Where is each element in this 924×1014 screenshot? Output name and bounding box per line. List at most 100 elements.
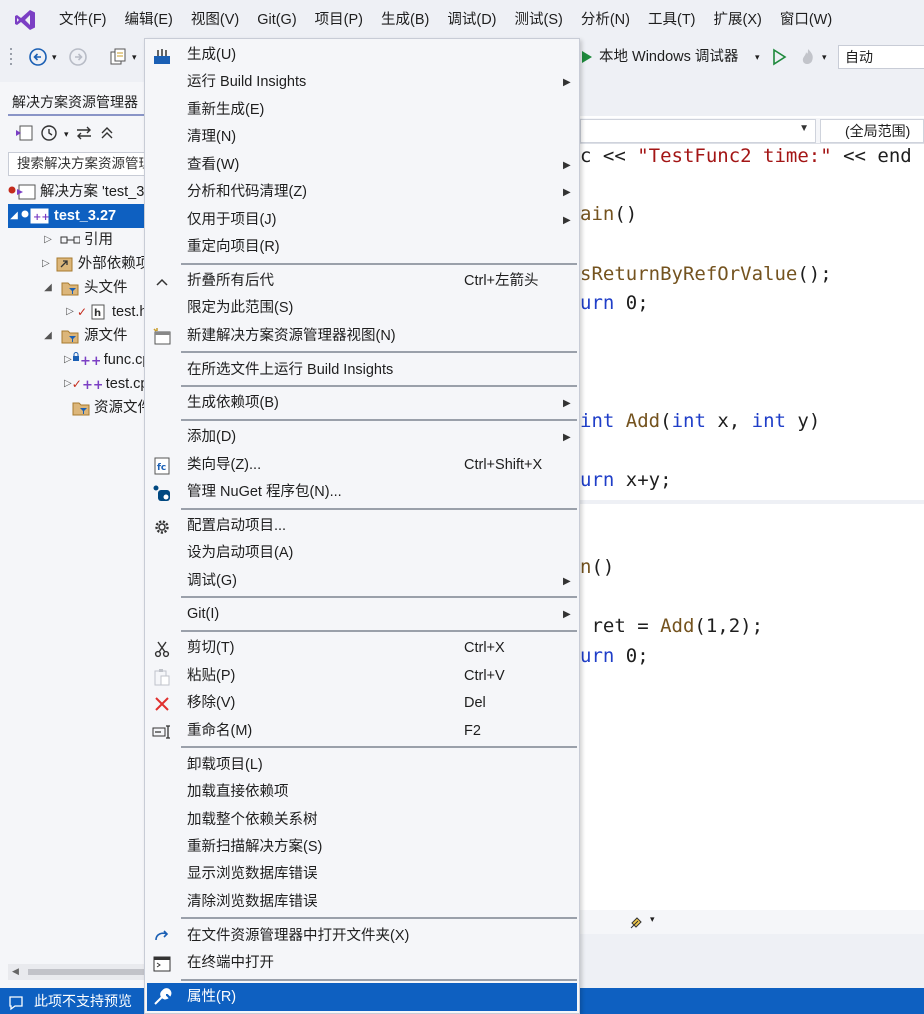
menu-item-paste[interactable]: 粘贴(P) Ctrl+V bbox=[147, 663, 577, 690]
expanded-arrow-icon[interactable]: ◢ bbox=[42, 276, 54, 300]
menu-item-open-in-explorer[interactable]: 在文件资源管理器中打开文件夹(X) bbox=[147, 923, 577, 950]
member-dropdown[interactable]: ▼ bbox=[580, 119, 816, 143]
tree-item-test-cpp[interactable]: ▷ ✓ ++ test.cpp bbox=[8, 372, 148, 396]
menu-item-manage-nuget[interactable]: 管理 NuGet 程序包(N)... bbox=[147, 479, 577, 506]
code-line[interactable]: int Add(int x, int y) bbox=[580, 410, 820, 432]
menu-item-project-only[interactable]: 仅用于项目(J) ▶ bbox=[147, 207, 577, 234]
solution-explorer-search[interactable]: 搜索解决方案资源管理器 bbox=[8, 152, 148, 176]
scroll-left-icon[interactable]: ◀ bbox=[12, 966, 19, 977]
debug-target-dropdown-icon[interactable]: ▾ bbox=[755, 46, 760, 68]
menu-item-collapse-descendants[interactable]: 折叠所有后代 Ctrl+左箭头 bbox=[147, 268, 577, 295]
menu-item-new-explorer-view[interactable]: 新建解决方案资源管理器视图(N) bbox=[147, 323, 577, 350]
menu-item-view[interactable]: 查看(W) ▶ bbox=[147, 152, 577, 179]
notification-icon[interactable] bbox=[8, 993, 24, 1014]
menu-item-clean[interactable]: 清理(N) bbox=[147, 124, 577, 151]
tree-item-source-files[interactable]: ◢ 源文件 bbox=[8, 324, 148, 348]
menu-item-clear-browse-db-errors[interactable]: 清除浏览数据库错误 bbox=[147, 889, 577, 916]
menu-tools[interactable]: 工具(T) bbox=[639, 0, 705, 40]
tree-item-project[interactable]: ◢ ++ test_3.27 bbox=[8, 204, 148, 228]
expanded-arrow-icon[interactable]: ◢ bbox=[42, 324, 54, 348]
collapse-all-icon[interactable] bbox=[99, 124, 115, 145]
menu-item-run-build-insights[interactable]: 运行 Build Insights ▶ bbox=[147, 69, 577, 96]
forward-icon[interactable] bbox=[68, 46, 88, 68]
editor-split-divider[interactable] bbox=[580, 500, 924, 504]
menu-item-debug[interactable]: 调试(G) ▶ bbox=[147, 568, 577, 595]
code-line[interactable]: n() bbox=[580, 556, 614, 578]
code-cleanup-icon[interactable] bbox=[628, 913, 646, 934]
menu-window[interactable]: 窗口(W) bbox=[771, 0, 841, 40]
code-line[interactable]: ain() bbox=[580, 203, 637, 225]
hot-reload-icon[interactable]: ▾ bbox=[798, 46, 827, 68]
menu-item-rebuild[interactable]: 重新生成(E) bbox=[147, 97, 577, 124]
menu-test[interactable]: 测试(S) bbox=[506, 0, 572, 40]
solution-config-combo[interactable]: 自动 bbox=[838, 45, 924, 69]
tree-item-references[interactable]: ▷ 引用 bbox=[8, 228, 148, 252]
menu-item-build-dependencies[interactable]: 生成依赖项(B) ▶ bbox=[147, 390, 577, 417]
switch-views-icon[interactable] bbox=[14, 124, 34, 145]
code-line[interactable]: urn x+y; bbox=[580, 469, 672, 491]
visual-studio-logo-icon[interactable] bbox=[0, 0, 50, 40]
expanded-arrow-icon[interactable]: ◢ bbox=[8, 204, 20, 228]
tree-item-label: 外部依赖项 bbox=[77, 256, 148, 272]
menu-item-class-wizard[interactable]: fc 类向导(Z)... Ctrl+Shift+X bbox=[147, 452, 577, 479]
menu-build[interactable]: 生成(B) bbox=[372, 0, 438, 40]
new-item-icon[interactable]: ▾ bbox=[108, 46, 137, 68]
menu-item-cut[interactable]: 剪切(T) Ctrl+X bbox=[147, 635, 577, 662]
menu-item-load-direct-deps[interactable]: 加载直接依赖项 bbox=[147, 779, 577, 806]
collapsed-arrow-icon[interactable]: ▷ bbox=[64, 372, 72, 396]
menu-item-add[interactable]: 添加(D) ▶ bbox=[147, 424, 577, 451]
menu-git[interactable]: Git(G) bbox=[248, 0, 305, 40]
menu-item-analyze-cleanup[interactable]: 分析和代码清理(Z) ▶ bbox=[147, 179, 577, 206]
scope-dropdown[interactable]: (全局范围) bbox=[820, 119, 924, 143]
start-debug-icon[interactable] bbox=[580, 46, 594, 68]
menu-item-git[interactable]: Git(I) ▶ bbox=[147, 601, 577, 628]
menu-item-open-in-terminal[interactable]: 在终端中打开 bbox=[147, 950, 577, 977]
menu-file[interactable]: 文件(F) bbox=[50, 0, 116, 40]
collapsed-arrow-icon[interactable]: ▷ bbox=[64, 300, 76, 324]
debug-target-label[interactable]: 本地 Windows 调试器 bbox=[599, 46, 738, 68]
menu-item-build[interactable]: 生成(U) bbox=[147, 42, 577, 69]
menu-item-rescan-solution[interactable]: 重新扫描解决方案(S) bbox=[147, 834, 577, 861]
collapsed-arrow-icon[interactable]: ▷ bbox=[42, 228, 54, 252]
tree-item-test-h[interactable]: ▷ ✓ h test.h bbox=[8, 300, 148, 324]
menu-item-configure-startup[interactable]: 配置启动项目... bbox=[147, 513, 577, 540]
menu-debug[interactable]: 调试(D) bbox=[438, 0, 505, 40]
menu-view[interactable]: 视图(V) bbox=[182, 0, 248, 40]
solution-explorer-tab[interactable]: 解决方案资源管理器 bbox=[8, 90, 148, 116]
collapse-dot-icon[interactable] bbox=[8, 180, 16, 204]
code-line[interactable]: sReturnByRefOrValue(); bbox=[580, 263, 832, 285]
code-line[interactable]: ret = Add(1,2); bbox=[580, 615, 763, 637]
scrollbar-thumb[interactable] bbox=[28, 969, 144, 975]
tree-item-external-deps[interactable]: ▷ 外部依赖项 bbox=[8, 252, 148, 276]
menu-item-rename[interactable]: 重命名(M) F2 bbox=[147, 718, 577, 745]
menu-item-scope-to-this[interactable]: 限定为此范围(S) bbox=[147, 295, 577, 322]
menu-item-load-dep-tree[interactable]: 加载整个依赖关系树 bbox=[147, 807, 577, 834]
horizontal-scrollbar[interactable]: ◀ bbox=[8, 964, 148, 980]
pending-changes-icon[interactable] bbox=[40, 124, 58, 145]
start-without-debug-icon[interactable] bbox=[771, 46, 787, 68]
collapsed-arrow-icon[interactable]: ▷ bbox=[42, 252, 50, 276]
menu-project[interactable]: 项目(P) bbox=[306, 0, 372, 40]
menu-item-properties[interactable]: 属性(R) bbox=[147, 983, 577, 1011]
menu-item-build-insights-selected[interactable]: 在所选文件上运行 Build Insights bbox=[147, 357, 577, 384]
collapsed-arrow-icon[interactable]: ▷ bbox=[64, 348, 72, 372]
code-line[interactable]: urn 0; bbox=[580, 292, 649, 314]
tree-item-resource-files[interactable]: 资源文件 bbox=[8, 396, 148, 420]
tree-item-func-cpp[interactable]: ▷ ++ func.cpp bbox=[8, 348, 148, 372]
menu-edit[interactable]: 编辑(E) bbox=[116, 0, 182, 40]
menu-item-set-startup[interactable]: 设为启动项目(A) bbox=[147, 540, 577, 567]
menu-item-retarget[interactable]: 重定向项目(R) bbox=[147, 234, 577, 261]
tree-item-solution[interactable]: 解决方案 'test_3.27' bbox=[8, 180, 148, 204]
code-line[interactable]: urn 0; bbox=[580, 645, 649, 667]
code-cleanup-dropdown-icon[interactable]: ▾ bbox=[650, 914, 655, 925]
tree-item-header-files[interactable]: ◢ 头文件 bbox=[8, 276, 148, 300]
menu-extensions[interactable]: 扩展(X) bbox=[705, 0, 771, 40]
menu-item-show-browse-db-errors[interactable]: 显示浏览数据库错误 bbox=[147, 861, 577, 888]
code-line[interactable]: c << "TestFunc2 time:" << end bbox=[580, 145, 912, 167]
menu-item-unload-project[interactable]: 卸载项目(L) bbox=[147, 752, 577, 779]
pending-changes-dropdown-icon[interactable]: ▾ bbox=[64, 129, 69, 140]
sync-icon[interactable] bbox=[75, 124, 93, 145]
menu-analyze[interactable]: 分析(N) bbox=[572, 0, 639, 40]
back-icon[interactable]: ▾ bbox=[28, 46, 57, 68]
menu-item-remove[interactable]: 移除(V) Del bbox=[147, 690, 577, 717]
